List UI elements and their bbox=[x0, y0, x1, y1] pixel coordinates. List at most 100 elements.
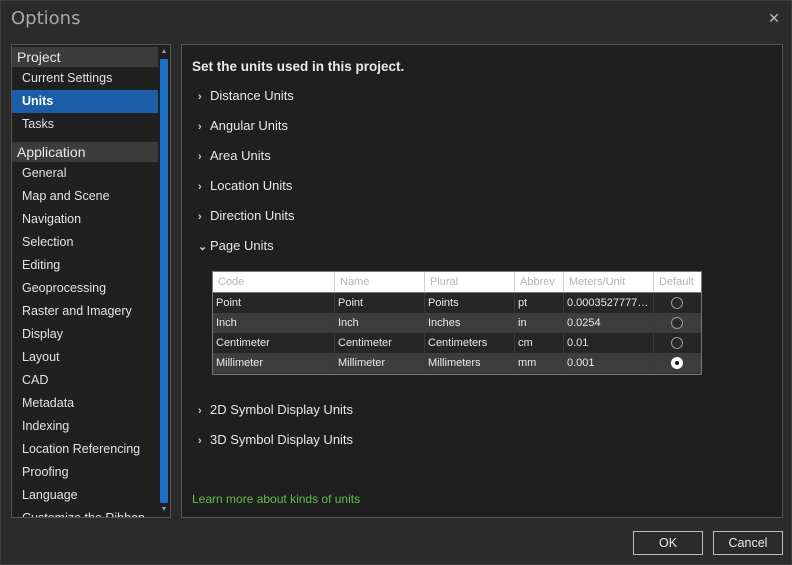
cell-meters: 0.01 bbox=[564, 333, 654, 353]
default-radio[interactable] bbox=[671, 317, 683, 329]
learn-more-link[interactable]: Learn more about kinds of units bbox=[192, 492, 360, 506]
cell-code: Point bbox=[213, 293, 335, 313]
sidebar-group-header: Project bbox=[12, 47, 158, 67]
cell-name: Inch bbox=[335, 313, 425, 333]
cell-default bbox=[654, 293, 701, 313]
chevron-right-icon: › bbox=[198, 91, 202, 103]
cell-code: Inch bbox=[213, 313, 335, 333]
cancel-button[interactable]: Cancel bbox=[713, 531, 783, 555]
column-header-name[interactable]: Name bbox=[335, 272, 425, 292]
sidebar-item-tasks[interactable]: Tasks bbox=[12, 113, 158, 136]
cell-code: Centimeter bbox=[213, 333, 335, 353]
close-icon[interactable]: ✕ bbox=[765, 9, 783, 27]
section-angular-units[interactable]: › Angular Units bbox=[198, 118, 288, 138]
section-label: Page Units bbox=[210, 238, 274, 253]
chevron-right-icon: › bbox=[198, 435, 202, 447]
default-radio[interactable] bbox=[671, 357, 683, 369]
cell-meters: 0.0254 bbox=[564, 313, 654, 333]
cell-default bbox=[654, 353, 701, 373]
dialog-title: Options bbox=[11, 8, 81, 29]
section-2d-symbol-display-units[interactable]: › 2D Symbol Display Units bbox=[198, 402, 353, 422]
sidebar-item-map-and-scene[interactable]: Map and Scene bbox=[12, 185, 158, 208]
cell-abbrev: pt bbox=[515, 293, 564, 313]
sidebar-item-cad[interactable]: CAD bbox=[12, 369, 158, 392]
chevron-right-icon: › bbox=[198, 181, 202, 193]
sidebar-item-location-referencing[interactable]: Location Referencing bbox=[12, 438, 158, 461]
scroll-thumb[interactable] bbox=[160, 59, 168, 503]
chevron-down-icon: ⌄ bbox=[198, 241, 208, 253]
section-direction-units[interactable]: › Direction Units bbox=[198, 208, 295, 228]
cell-abbrev: cm bbox=[515, 333, 564, 353]
options-sidebar: Project Current Settings Units Tasks Applica… bbox=[11, 44, 171, 518]
cell-name: Millimeter bbox=[335, 353, 425, 373]
column-header-default[interactable]: Default bbox=[654, 272, 701, 292]
sidebar-item-layout[interactable]: Layout bbox=[12, 346, 158, 369]
column-header-abbrev[interactable]: Abbrev bbox=[515, 272, 564, 292]
section-3d-symbol-display-units[interactable]: › 3D Symbol Display Units bbox=[198, 432, 353, 452]
sidebar-item-proofing[interactable]: Proofing bbox=[12, 461, 158, 484]
section-label: Location Units bbox=[210, 178, 293, 193]
sidebar-item-selection[interactable]: Selection bbox=[12, 231, 158, 254]
page-units-table: Code Name Plural Abbrev Meters/Unit Defa… bbox=[212, 271, 702, 375]
sidebar-list: Project Current Settings Units Tasks Applica… bbox=[12, 45, 158, 517]
cell-plural: Points bbox=[425, 293, 515, 313]
column-header-meters-per-unit[interactable]: Meters/Unit bbox=[564, 272, 654, 292]
section-label: 3D Symbol Display Units bbox=[210, 432, 354, 447]
cell-default bbox=[654, 333, 701, 353]
cell-name: Point bbox=[335, 293, 425, 313]
cell-abbrev: in bbox=[515, 313, 564, 333]
sidebar-item-raster-and-imagery[interactable]: Raster and Imagery bbox=[12, 300, 158, 323]
title-bar: Options ✕ bbox=[1, 1, 791, 37]
column-header-plural[interactable]: Plural bbox=[425, 272, 515, 292]
table-header: Code Name Plural Abbrev Meters/Unit Defa… bbox=[213, 272, 701, 293]
default-radio[interactable] bbox=[671, 297, 683, 309]
sidebar-item-navigation[interactable]: Navigation bbox=[12, 208, 158, 231]
sidebar-item-display[interactable]: Display bbox=[12, 323, 158, 346]
cell-name: Centimeter bbox=[335, 333, 425, 353]
sidebar-group-header: Application bbox=[12, 142, 158, 162]
table-body: Point Point Points pt 0.0003527777… Inch Inch I… bbox=[213, 293, 701, 373]
section-location-units[interactable]: › Location Units bbox=[198, 178, 292, 198]
cell-plural: Centimeters bbox=[425, 333, 515, 353]
table-row[interactable]: Centimeter Centimeter Centimeters cm 0.01 bbox=[213, 333, 701, 353]
table-row[interactable]: Point Point Points pt 0.0003527777… bbox=[213, 293, 701, 313]
sidebar-item-current-settings[interactable]: Current Settings bbox=[12, 67, 158, 90]
section-label: Angular Units bbox=[210, 118, 289, 133]
sidebar-item-metadata[interactable]: Metadata bbox=[12, 392, 158, 415]
sidebar-scrollbar[interactable]: ▲ ▼ bbox=[158, 45, 170, 517]
units-panel: Set the units used in this project. › Dis… bbox=[181, 44, 783, 518]
options-dialog: Options ✕ Project Current Settings Units Ta… bbox=[0, 0, 792, 565]
sidebar-item-units[interactable]: Units bbox=[12, 90, 158, 113]
sidebar-item-language[interactable]: Language bbox=[12, 484, 158, 507]
panel-heading: Set the units used in this project. bbox=[192, 59, 405, 74]
section-label: 2D Symbol Display Units bbox=[210, 402, 354, 417]
section-page-units[interactable]: ⌄ Page Units bbox=[198, 238, 274, 258]
sidebar-item-customize-the-ribbon[interactable]: Customize the Ribbon bbox=[12, 507, 158, 517]
sidebar-item-geoprocessing[interactable]: Geoprocessing bbox=[12, 277, 158, 300]
sidebar-item-general[interactable]: General bbox=[12, 162, 158, 185]
cell-abbrev: mm bbox=[515, 353, 564, 373]
section-label: Direction Units bbox=[210, 208, 295, 223]
section-distance-units[interactable]: › Distance Units bbox=[198, 88, 294, 108]
cell-meters: 0.001 bbox=[564, 353, 654, 373]
section-area-units[interactable]: › Area Units bbox=[198, 148, 271, 168]
cell-default bbox=[654, 313, 701, 333]
chevron-right-icon: › bbox=[198, 211, 202, 223]
table-row[interactable]: Inch Inch Inches in 0.0254 bbox=[213, 313, 701, 333]
chevron-right-icon: › bbox=[198, 121, 202, 133]
sidebar-item-editing[interactable]: Editing bbox=[12, 254, 158, 277]
cell-plural: Inches bbox=[425, 313, 515, 333]
section-label: Distance Units bbox=[210, 88, 294, 103]
scroll-up-icon[interactable]: ▲ bbox=[158, 46, 170, 58]
table-row[interactable]: Millimeter Millimeter Millimeters mm 0.001 bbox=[213, 353, 701, 373]
chevron-right-icon: › bbox=[198, 405, 202, 417]
section-label: Area Units bbox=[210, 148, 271, 163]
scroll-down-icon[interactable]: ▼ bbox=[158, 504, 170, 516]
sidebar-item-indexing[interactable]: Indexing bbox=[12, 415, 158, 438]
cell-meters: 0.0003527777… bbox=[564, 293, 654, 313]
ok-button[interactable]: OK bbox=[633, 531, 703, 555]
column-header-code[interactable]: Code bbox=[213, 272, 335, 292]
cell-plural: Millimeters bbox=[425, 353, 515, 373]
default-radio[interactable] bbox=[671, 337, 683, 349]
chevron-right-icon: › bbox=[198, 151, 202, 163]
